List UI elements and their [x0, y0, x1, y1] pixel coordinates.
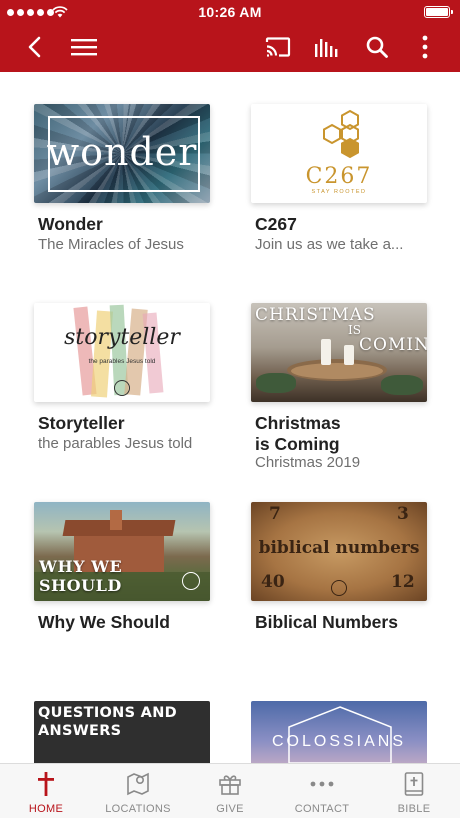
audio-bars-icon	[315, 39, 338, 57]
thumbnail-text: SHOULD	[39, 576, 122, 595]
tab-give[interactable]: GIVE	[184, 764, 276, 818]
series-title: Wonder	[38, 214, 103, 234]
series-card-why-we-should[interactable]: WHY WE SHOULD Why We Should	[34, 502, 210, 632]
thumbnail-text: 3	[397, 504, 409, 524]
thumbnail-text: ANSWERS	[38, 723, 122, 739]
battery-icon	[424, 6, 453, 18]
series-thumbnail: C267 STAY ROOTED	[251, 104, 427, 203]
tab-label: GIVE	[216, 803, 244, 815]
back-button[interactable]	[20, 30, 48, 64]
menu-button[interactable]	[70, 30, 98, 64]
thumbnail-tagline: the parables Jesus told	[88, 358, 156, 365]
series-card-colossians[interactable]: COLOSSIANS	[251, 701, 427, 763]
gift-icon	[219, 775, 241, 795]
thumbnail-text: 40	[261, 572, 285, 592]
bible-icon	[404, 772, 424, 796]
cast-icon	[265, 37, 291, 57]
series-thumbnail: wonder	[34, 104, 210, 203]
series-card-c267[interactable]: C267 STAY ROOTED C267 Join us as we take…	[251, 104, 427, 254]
series-card-biblical-numbers[interactable]: 7 3 biblical numbers 40 12 Biblical Numb…	[251, 502, 427, 632]
series-title: Biblical Numbers	[255, 612, 398, 632]
series-subtitle: the parables Jesus told	[38, 435, 193, 452]
thumbnail-text: storyteller	[64, 325, 180, 350]
series-title: Christmas is Coming	[255, 413, 435, 455]
series-subtitle: Christmas 2019	[255, 454, 361, 471]
tab-label: CONTACT	[294, 803, 350, 815]
thumbnail-text: biblical numbers	[258, 538, 420, 558]
series-thumbnail: WHY WE SHOULD	[34, 502, 210, 601]
thumbnail-tagline: STAY ROOTED	[311, 189, 367, 195]
series-card-questions-and-answers[interactable]: QUESTIONS AND ANSWERS	[34, 701, 210, 763]
tab-home[interactable]: HOME	[0, 764, 92, 818]
ellipsis-icon	[310, 781, 334, 787]
series-thumbnail: COLOSSIANS	[251, 701, 427, 763]
thumbnail-text: WHY WE	[39, 557, 123, 576]
tab-label: LOCATIONS	[105, 803, 171, 815]
map-pin-icon	[127, 772, 149, 796]
status-bar: 10:26 AM	[0, 0, 460, 24]
series-title-line: Christmas	[255, 413, 341, 433]
thumbnail-text: CHRISTMAS	[255, 305, 376, 325]
church-logo-icon	[182, 572, 200, 590]
status-time: 10:26 AM	[198, 4, 262, 20]
series-thumbnail: CHRISTMAS IS COMING	[251, 303, 427, 402]
thumbnail-text: COMING	[359, 335, 427, 355]
church-logo-icon	[331, 580, 347, 596]
search-button[interactable]	[363, 30, 391, 64]
thumbnail-text: wonder	[46, 130, 198, 174]
series-subtitle: The Miracles of Jesus	[38, 236, 184, 253]
tab-locations[interactable]: LOCATIONS	[92, 764, 184, 818]
search-icon	[366, 36, 388, 58]
thumbnail-text: 7	[269, 504, 281, 524]
series-thumbnail: QUESTIONS AND ANSWERS	[34, 701, 210, 763]
thumbnail-text: C267	[305, 164, 373, 189]
audio-button[interactable]	[312, 30, 342, 64]
series-title-line: is Coming	[255, 434, 340, 454]
series-card-storyteller[interactable]: storyteller the parables Jesus told Stor…	[34, 303, 210, 453]
series-thumbnail: storyteller the parables Jesus told	[34, 303, 210, 402]
tab-label: BIBLE	[397, 803, 431, 815]
thumbnail-text: COLOSSIANS	[271, 733, 407, 750]
series-title: C267	[255, 214, 297, 234]
more-vertical-icon	[422, 35, 428, 59]
bottom-tab-bar: HOME LOCATIONS GIVE CONTACT BIBLE	[0, 763, 460, 818]
tab-bible[interactable]: BIBLE	[368, 764, 460, 818]
hexagon-logo-icon	[323, 109, 359, 159]
tab-label: HOME	[28, 803, 64, 815]
series-title: Storyteller	[38, 413, 125, 433]
series-subtitle: Join us as we take a...	[255, 236, 404, 253]
thumbnail-text: 12	[391, 572, 415, 592]
church-logo-icon	[114, 380, 130, 396]
series-card-wonder[interactable]: wonder Wonder The Miracles of Jesus	[34, 104, 210, 254]
series-thumbnail: 7 3 biblical numbers 40 12	[251, 502, 427, 601]
thumbnail-text: QUESTIONS AND	[38, 705, 177, 721]
cast-button[interactable]	[263, 30, 293, 64]
series-title: Why We Should	[38, 612, 170, 632]
series-card-christmas-is-coming[interactable]: CHRISTMAS IS COMING Christmas is Coming …	[251, 303, 427, 473]
chevron-left-icon	[28, 36, 41, 58]
hamburger-menu-icon	[71, 39, 97, 56]
tab-contact[interactable]: CONTACT	[276, 764, 368, 818]
more-button[interactable]	[414, 30, 436, 64]
cross-icon	[38, 772, 54, 796]
top-bar: 10:26 AM	[0, 0, 460, 72]
